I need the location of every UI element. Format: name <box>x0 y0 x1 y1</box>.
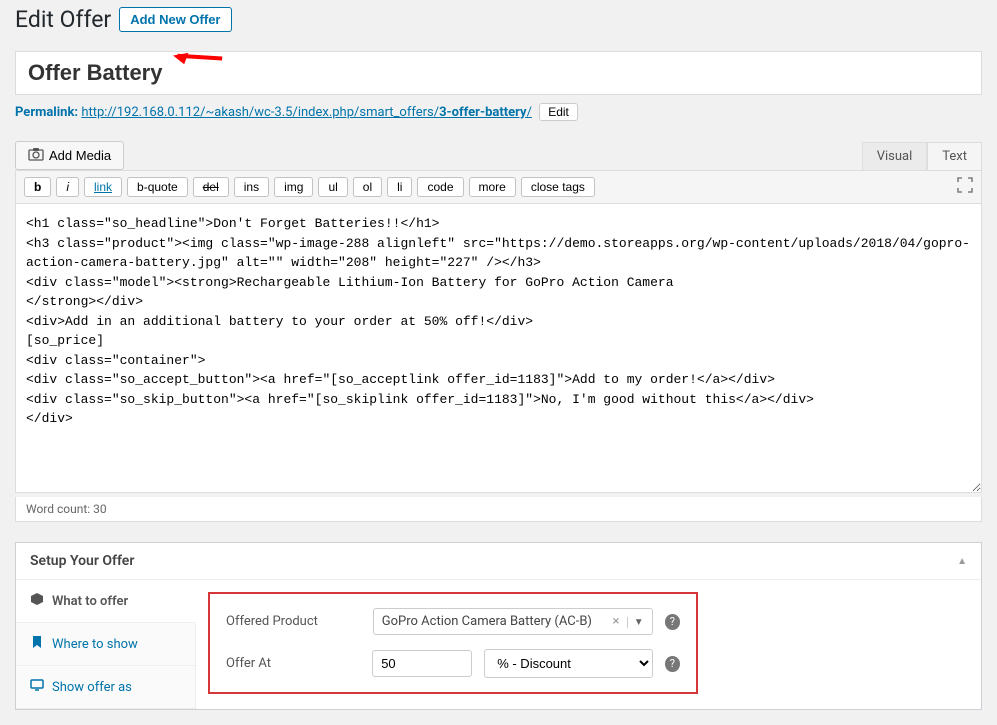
offered-product-value: GoPro Action Camera Battery (AC-B) <box>382 614 592 629</box>
permalink-label: Permalink: <box>15 105 78 120</box>
qt-link-button[interactable]: link <box>84 177 122 197</box>
qt-ol-button[interactable]: ol <box>353 177 382 197</box>
add-new-offer-button[interactable]: Add New Offer <box>119 7 231 32</box>
setup-offer-title: Setup Your Offer <box>30 553 134 569</box>
chevron-down-icon[interactable]: ▼ <box>627 617 644 628</box>
camera-icon <box>28 147 44 164</box>
qt-ins-button[interactable]: ins <box>234 177 269 197</box>
offer-at-type-select[interactable]: % - Discount <box>484 649 652 678</box>
add-media-button[interactable]: Add Media <box>15 141 124 170</box>
add-media-label: Add Media <box>49 148 111 163</box>
setup-offer-metabox: Setup Your Offer ▲ What to offer Where t… <box>15 542 982 710</box>
page-title: Edit Offer <box>15 6 111 33</box>
tab-what-label: What to offer <box>52 594 128 609</box>
permalink-link[interactable]: http://192.168.0.112/~akash/wc-3.5/index… <box>81 105 532 120</box>
tab-what-to-offer[interactable]: What to offer <box>16 580 196 623</box>
monitor-icon <box>30 678 44 696</box>
tab-show-offer-as[interactable]: Show offer as <box>16 666 195 709</box>
offered-product-select[interactable]: GoPro Action Camera Battery (AC-B) × ▼ <box>373 608 653 635</box>
offer-at-input[interactable] <box>372 650 472 677</box>
metabox-toggle-icon[interactable]: ▲ <box>957 556 967 567</box>
tab-showas-label: Show offer as <box>52 680 132 695</box>
qt-del-button[interactable]: del <box>193 177 229 197</box>
cube-icon <box>30 592 44 610</box>
help-icon[interactable]: ? <box>665 614 680 630</box>
permalink-row: Permalink: http://192.168.0.112/~akash/w… <box>15 103 982 121</box>
qt-li-button[interactable]: li <box>387 177 412 197</box>
content-textarea[interactable] <box>15 203 982 493</box>
help-icon[interactable]: ? <box>665 656 680 672</box>
select-clear-icon[interactable]: × <box>613 614 620 629</box>
offer-at-label: Offer At <box>226 656 360 671</box>
qt-bold-button[interactable]: b <box>24 177 51 197</box>
tab-where-to-show[interactable]: Where to show <box>16 623 195 666</box>
qt-close-button[interactable]: close tags <box>521 177 595 197</box>
qt-ul-button[interactable]: ul <box>318 177 347 197</box>
quicktags-toolbar: b i link b-quote del ins img ul ol li co… <box>15 170 982 203</box>
edit-permalink-button[interactable]: Edit <box>539 103 578 121</box>
tab-where-label: Where to show <box>52 637 138 652</box>
qt-italic-button[interactable]: i <box>56 177 79 197</box>
fullscreen-icon[interactable] <box>957 177 973 197</box>
qt-bquote-button[interactable]: b-quote <box>127 177 188 197</box>
offer-title-input[interactable] <box>15 51 982 95</box>
tab-text[interactable]: Text <box>927 142 982 170</box>
qt-code-button[interactable]: code <box>417 177 463 197</box>
qt-img-button[interactable]: img <box>274 177 313 197</box>
qt-more-button[interactable]: more <box>469 177 516 197</box>
bookmark-icon <box>30 635 44 653</box>
tab-visual[interactable]: Visual <box>862 142 928 170</box>
offered-product-label: Offered Product <box>226 614 361 629</box>
word-count: Word count: 30 <box>15 497 982 522</box>
